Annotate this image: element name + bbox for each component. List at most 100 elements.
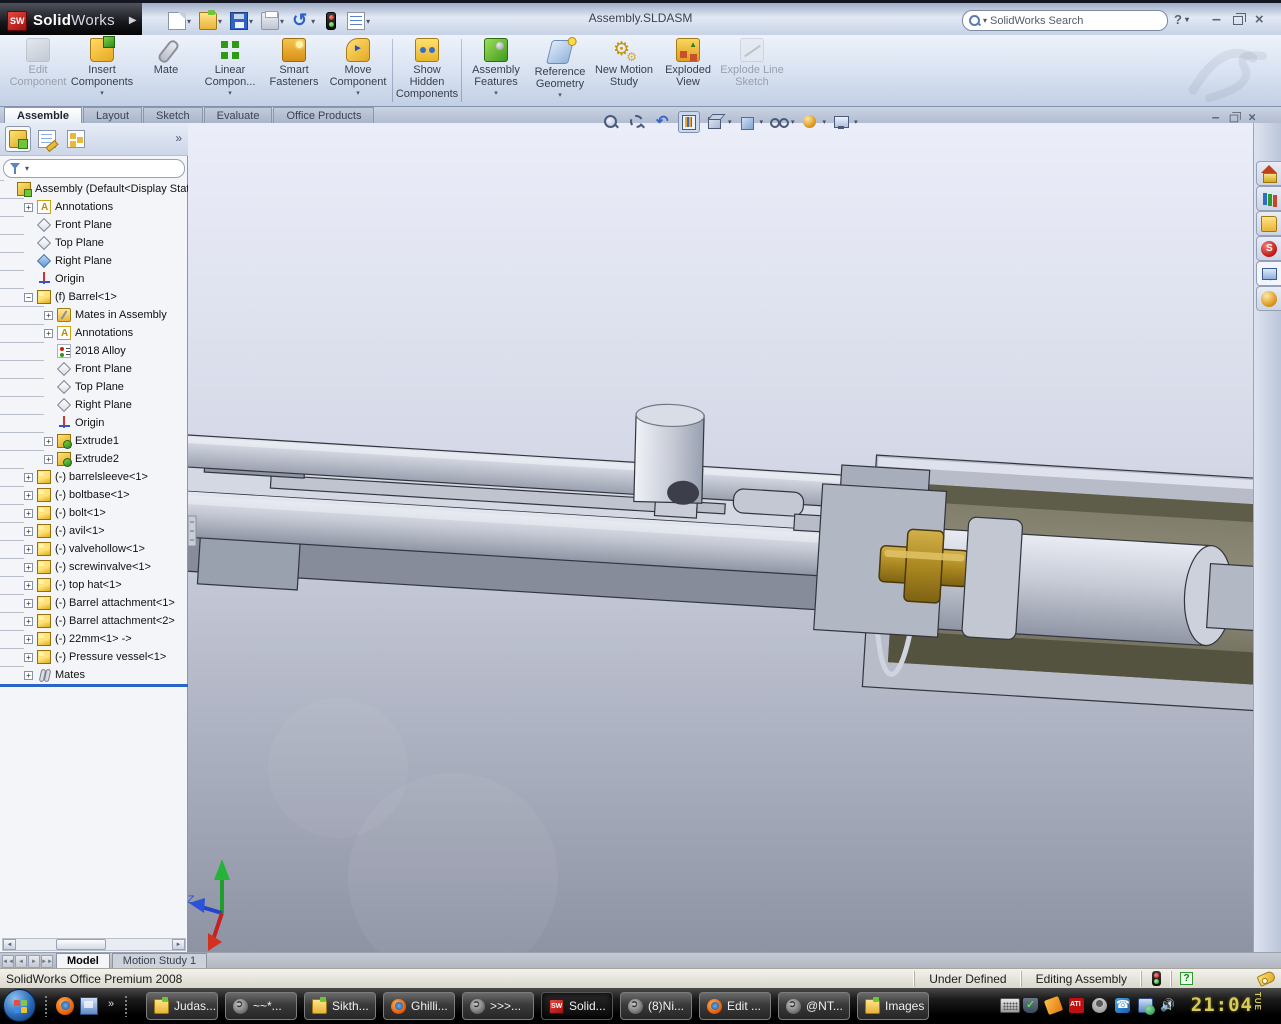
tray-person-icon[interactable] bbox=[1092, 998, 1107, 1013]
tree-item[interactable]: Right Plane bbox=[0, 252, 188, 270]
close-button[interactable] bbox=[1255, 11, 1264, 29]
minimize-button[interactable] bbox=[1212, 11, 1221, 29]
tab-evaluate[interactable]: Evaluate bbox=[204, 107, 273, 123]
vertical-cylinder-part[interactable] bbox=[634, 404, 705, 506]
insert-components-button[interactable]: Insert Components▾ bbox=[70, 35, 134, 106]
dropdown-arrow-icon[interactable]: ▾ bbox=[823, 118, 827, 126]
restore-button[interactable] bbox=[1233, 16, 1243, 25]
toolbar-grip[interactable] bbox=[44, 995, 49, 1017]
expand-icon[interactable]: + bbox=[24, 563, 33, 572]
task-images-button[interactable]: Images bbox=[857, 992, 929, 1020]
expand-icon[interactable]: + bbox=[24, 671, 33, 680]
search-input[interactable]: SolidWorks Search bbox=[990, 15, 1083, 27]
task-nt-button[interactable]: @NT... bbox=[778, 992, 850, 1020]
tray-pen-icon[interactable] bbox=[1044, 996, 1063, 1015]
tree-item[interactable]: +Mates bbox=[0, 666, 188, 684]
dropdown-arrow-icon[interactable]: ▾ bbox=[854, 118, 858, 126]
search-box[interactable]: ▾ SolidWorks Search bbox=[962, 10, 1168, 31]
tree-item[interactable]: +(-) top hat<1> bbox=[0, 576, 188, 594]
tray-net-icon[interactable] bbox=[1138, 998, 1153, 1013]
new-motion-study-button[interactable]: New Motion Study bbox=[592, 35, 656, 106]
filter-dropdown-icon[interactable]: ▾ bbox=[25, 164, 29, 173]
apply-scene-button[interactable] bbox=[830, 111, 852, 133]
section-view-button[interactable] bbox=[678, 111, 700, 133]
expand-icon[interactable]: + bbox=[24, 527, 33, 536]
smart-fasteners-button[interactable]: Smart Fasteners bbox=[262, 35, 326, 106]
tree-item[interactable]: +(-) boltbase<1> bbox=[0, 486, 188, 504]
model-canvas[interactable]: Z X bbox=[188, 123, 1253, 952]
expand-icon[interactable]: + bbox=[24, 617, 33, 626]
graphics-viewport[interactable]: Z X bbox=[188, 123, 1253, 952]
dropdown-arrow-icon[interactable]: ▾ bbox=[760, 118, 764, 126]
tree-item[interactable]: Assembly (Default<Display State bbox=[0, 180, 188, 198]
quick-tips-icon[interactable]: ? bbox=[1171, 971, 1201, 987]
zoom-to-area-button[interactable] bbox=[626, 111, 648, 133]
panel-overflow-chevron-icon[interactable]: » bbox=[175, 131, 182, 145]
motion-study-tab[interactable]: Motion Study 1 bbox=[112, 953, 207, 968]
tray-phone-icon[interactable] bbox=[1115, 998, 1130, 1013]
tree-item[interactable]: Top Plane bbox=[0, 234, 188, 252]
solidworks-resources-tab[interactable] bbox=[1256, 161, 1281, 186]
expand-icon[interactable]: + bbox=[24, 203, 33, 212]
model-tab[interactable]: Model bbox=[56, 953, 110, 968]
tree-item[interactable]: +(-) valvehollow<1> bbox=[0, 540, 188, 558]
file-explorer-tab[interactable] bbox=[1256, 211, 1281, 236]
tree-item[interactable]: +(-) Pressure vessel<1> bbox=[0, 648, 188, 666]
property-manager-tab[interactable] bbox=[34, 126, 60, 152]
exploded-view-button[interactable]: Exploded View bbox=[656, 35, 720, 106]
task-solidworks-button[interactable]: Solid... bbox=[541, 992, 613, 1020]
tray-keyboard-icon[interactable] bbox=[1000, 998, 1020, 1013]
tree-item[interactable]: Front Plane bbox=[0, 216, 188, 234]
search-dropdown-icon[interactable]: ▾ bbox=[983, 16, 987, 25]
tab-sketch[interactable]: Sketch bbox=[143, 107, 203, 123]
expand-icon[interactable]: + bbox=[44, 329, 53, 338]
hide-show-items-button[interactable] bbox=[767, 111, 789, 133]
tree-item[interactable]: +(-) screwinvalve<1> bbox=[0, 558, 188, 576]
move-component-button[interactable]: Move Component▾ bbox=[326, 35, 390, 106]
scrollbar-thumb[interactable] bbox=[56, 939, 106, 950]
dropdown-arrow-icon[interactable]: ▾ bbox=[228, 89, 232, 97]
tree-item[interactable]: Origin bbox=[0, 270, 188, 288]
tree-item[interactable]: +(-) 22mm<1> -> bbox=[0, 630, 188, 648]
mate-button[interactable]: Mate bbox=[134, 35, 198, 106]
previous-view-button[interactable] bbox=[652, 111, 674, 133]
tray-shield-icon[interactable] bbox=[1023, 998, 1038, 1013]
expand-icon[interactable]: + bbox=[24, 473, 33, 482]
tree-item[interactable]: +Extrude2 bbox=[0, 450, 188, 468]
quicklaunch-firefox-icon[interactable] bbox=[56, 997, 74, 1015]
feature-manager-tab[interactable] bbox=[5, 126, 31, 152]
expand-icon[interactable]: + bbox=[24, 599, 33, 608]
last-tab-icon[interactable]: ►► bbox=[41, 955, 53, 968]
tree-item[interactable]: +(-) Barrel attachment<2> bbox=[0, 612, 188, 630]
view-palette-tab[interactable] bbox=[1256, 261, 1281, 286]
design-library-tab[interactable] bbox=[1256, 186, 1281, 211]
solidworks-search-pane-tab[interactable] bbox=[1256, 236, 1281, 261]
tree-item[interactable]: 2018 Alloy bbox=[0, 342, 188, 360]
tree-item[interactable]: Front Plane bbox=[0, 360, 188, 378]
edit-appearance-button[interactable] bbox=[799, 111, 821, 133]
help-dropdown-icon[interactable]: ▾ bbox=[1185, 15, 1189, 24]
scroll-left-icon[interactable]: ◄ bbox=[3, 939, 16, 950]
show-hidden-components-button[interactable]: Show Hidden Components bbox=[395, 35, 459, 106]
quicklaunch-show-desktop-icon[interactable] bbox=[80, 997, 98, 1015]
tab-layout[interactable]: Layout bbox=[83, 107, 142, 123]
tree-item[interactable]: +(-) avil<1> bbox=[0, 522, 188, 540]
view-orientation-button[interactable] bbox=[704, 111, 726, 133]
appearances-scenes-tab[interactable] bbox=[1256, 286, 1281, 311]
reference-geometry-button[interactable]: Reference Geometry▾ bbox=[528, 35, 592, 106]
tree-item[interactable]: +Annotations bbox=[0, 324, 188, 342]
help-button[interactable]: ? ▾ bbox=[1174, 12, 1189, 27]
tree-horizontal-scrollbar[interactable]: ◄ ► bbox=[2, 938, 186, 951]
dropdown-arrow-icon[interactable]: ▾ bbox=[558, 91, 562, 99]
expand-icon[interactable]: + bbox=[24, 635, 33, 644]
start-button[interactable] bbox=[3, 989, 36, 1022]
tree-item[interactable]: Origin bbox=[0, 414, 188, 432]
dropdown-arrow-icon[interactable]: ▾ bbox=[728, 118, 732, 126]
task-judas-button[interactable]: Judas... bbox=[146, 992, 218, 1020]
panel-splitter-line[interactable] bbox=[0, 684, 188, 687]
task-tilde-button[interactable]: ~~*... bbox=[225, 992, 297, 1020]
tree-item[interactable]: +(-) barrelsleeve<1> bbox=[0, 468, 188, 486]
expand-icon[interactable]: + bbox=[24, 491, 33, 500]
task-arrows-button[interactable]: >>>... bbox=[462, 992, 534, 1020]
configuration-manager-tab[interactable] bbox=[63, 126, 89, 152]
